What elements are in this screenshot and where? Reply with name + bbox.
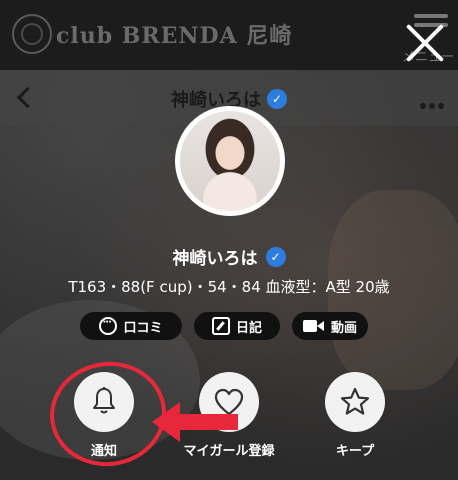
keep-button[interactable]: [325, 372, 385, 432]
avatar[interactable]: [175, 106, 285, 216]
star-icon: [340, 387, 370, 415]
close-icon[interactable]: [404, 22, 446, 64]
diary-button[interactable]: 日記: [194, 312, 280, 340]
reviews-button[interactable]: 口コミ: [80, 312, 182, 340]
brand-banner: club BRENDA 尼崎 メニュー: [0, 0, 458, 70]
video-label: 動画: [330, 320, 357, 336]
keep-label: キープ: [335, 444, 375, 459]
annotation-arrow-icon: [152, 402, 238, 442]
verified-badge-icon: ✓: [265, 246, 286, 267]
brand-name: club BRENDA 尼崎: [56, 23, 293, 49]
more-options-icon[interactable]: [420, 94, 450, 109]
profile-stats: T163・88(F cup)・54・84 血液型：A型 20歳: [68, 278, 390, 296]
profile-name: 神崎いろは: [172, 249, 258, 269]
edit-icon: [211, 317, 230, 335]
brand-logo-icon: [12, 14, 52, 54]
diary-label: 日記: [235, 320, 262, 336]
video-button[interactable]: 動画: [292, 312, 368, 340]
avatar-photo: [180, 111, 280, 211]
reviews-label: 口コミ: [123, 320, 163, 336]
video-camera-icon: [302, 318, 325, 334]
profile-name-row: 神崎いろは ✓: [0, 244, 458, 269]
speech-bubble-icon: [99, 317, 118, 335]
verified-badge-icon: ✓: [267, 89, 287, 109]
